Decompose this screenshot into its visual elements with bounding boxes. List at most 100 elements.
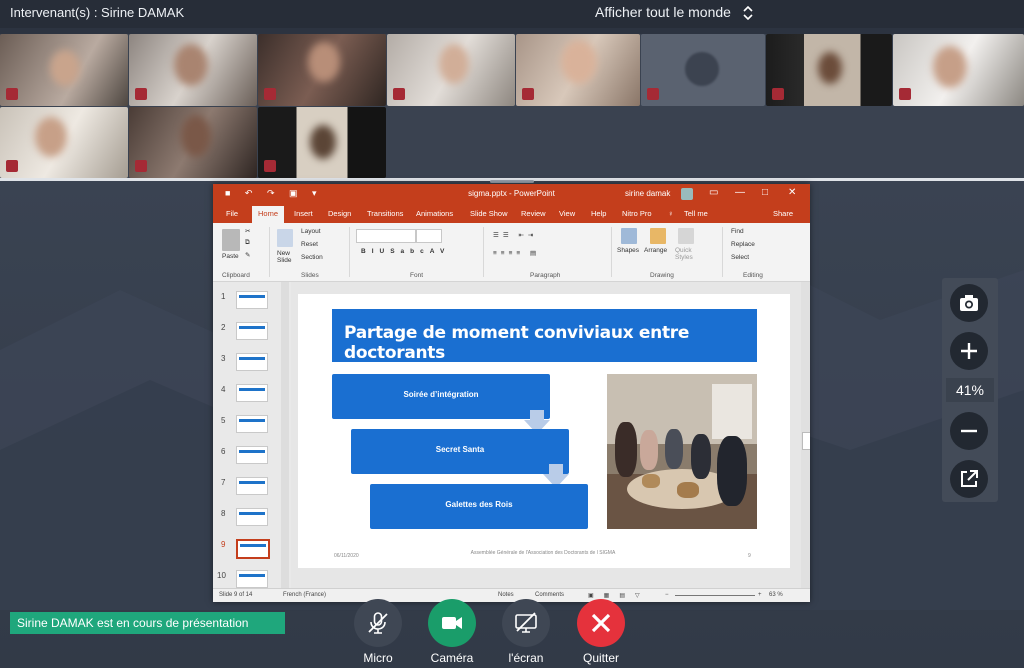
tab-help[interactable]: Help (591, 209, 606, 218)
scroll-thumb[interactable] (802, 432, 810, 450)
tab-home[interactable]: Home (252, 206, 285, 223)
slide-thumbnail[interactable] (236, 477, 268, 495)
muted-mic-icon (6, 88, 18, 100)
muted-mic-icon (6, 160, 18, 172)
slide-thumbnail[interactable] (236, 508, 268, 526)
ppt-zoom-level[interactable]: 63 % (769, 592, 783, 598)
tell-me-search[interactable]: Tell me (684, 209, 708, 218)
resize-handle[interactable] (490, 180, 534, 183)
participant-video[interactable] (258, 107, 386, 178)
zoom-out-button[interactable] (950, 412, 988, 450)
shared-screen-powerpoint[interactable]: ■ ↶ ↷ ▣ ▾ sigma.pptx - PowerPoint sirine… (213, 184, 810, 602)
quick-styles-icon[interactable] (678, 228, 694, 244)
separator (722, 227, 723, 277)
comments-button[interactable]: Comments (535, 592, 564, 598)
slide-thumbnail[interactable] (236, 322, 268, 340)
zoom-in-button[interactable] (950, 332, 988, 370)
participant-video[interactable] (387, 34, 515, 106)
copy-icon[interactable]: ⧉ (245, 239, 250, 247)
shapes-icon[interactable] (621, 228, 637, 244)
new-slide-label[interactable]: New Slide (277, 250, 297, 264)
process-step: Secret Santa (351, 429, 569, 474)
close-icon[interactable]: ✕ (788, 187, 796, 198)
view-buttons[interactable]: ▣▦▤▽ (588, 592, 650, 599)
arrange-button[interactable]: Arrange (644, 247, 667, 254)
slide-thumbnail[interactable] (236, 353, 268, 371)
screenshot-button[interactable] (950, 284, 988, 322)
thumbnail-scrollbar[interactable] (281, 282, 289, 588)
minimize-icon[interactable]: — (735, 187, 745, 198)
camera-button[interactable] (428, 599, 476, 647)
group-photo (607, 374, 757, 529)
zoom-out-icon[interactable]: − (665, 592, 669, 598)
zoom-panel: 41% (942, 278, 998, 502)
participant-video[interactable] (893, 34, 1024, 106)
font-name-dropdown[interactable] (356, 229, 416, 243)
format-painter-icon[interactable]: ✎ (245, 251, 250, 259)
current-slide[interactable]: Partage de moment conviviaux entre docto… (298, 294, 790, 568)
share-button[interactable]: Share (773, 209, 793, 218)
micro-button[interactable] (354, 599, 402, 647)
zoom-in-icon[interactable]: + (758, 592, 762, 598)
shapes-button[interactable]: Shapes (617, 247, 639, 254)
editing-group: Editing (743, 272, 763, 279)
language-indicator[interactable]: French (France) (283, 592, 326, 598)
participant-video[interactable] (258, 34, 386, 106)
font-group: Font (410, 272, 424, 279)
participant-video[interactable] (129, 34, 257, 106)
slide-thumbnail[interactable] (236, 291, 268, 309)
slide-thumbnail[interactable] (236, 446, 268, 464)
tab-slide-show[interactable]: Slide Show (470, 209, 508, 218)
new-slide-icon[interactable] (277, 229, 293, 247)
participant-video[interactable] (0, 34, 128, 106)
ribbon-display-icon[interactable]: ▭ (709, 187, 718, 198)
thumb-number: 3 (221, 354, 226, 363)
find-button[interactable]: Find (731, 228, 744, 235)
show-all-button[interactable]: Afficher tout le monde (595, 4, 753, 21)
layout-button[interactable]: Layout (301, 228, 321, 235)
cut-icon[interactable]: ✂ (245, 227, 250, 235)
tab-transitions[interactable]: Transitions (367, 209, 403, 218)
section-button[interactable]: Section (301, 254, 323, 261)
process-arrow (530, 410, 544, 420)
user-avatar (681, 188, 693, 200)
participant-avatar-tile[interactable] (641, 34, 765, 106)
tab-design[interactable]: Design (328, 209, 351, 218)
align-buttons[interactable]: ≡≡≡≡ ▤ (493, 249, 540, 257)
tab-animations[interactable]: Animations (416, 209, 453, 218)
select-button[interactable]: Select (731, 254, 749, 261)
paste-icon[interactable] (222, 229, 240, 251)
maximize-icon[interactable]: □ (762, 187, 768, 198)
popout-button[interactable] (950, 460, 988, 498)
notes-button[interactable]: Notes (498, 592, 514, 598)
arrange-icon[interactable] (650, 228, 666, 244)
font-size-dropdown[interactable] (416, 229, 442, 243)
quit-button[interactable] (577, 599, 625, 647)
slide-scrollbar[interactable] (801, 282, 810, 588)
slide-footer-text: Assemblée Générale de l'Association des … (470, 550, 616, 556)
tab-insert[interactable]: Insert (294, 209, 313, 218)
slide-title-banner: Partage de moment conviviaux entre docto… (332, 309, 757, 363)
font-format-buttons[interactable]: BIUSabcAV (361, 248, 450, 255)
slide-thumbnail[interactable] (236, 384, 268, 402)
screen-share-button[interactable] (502, 599, 550, 647)
participant-video[interactable] (766, 34, 892, 106)
slide-thumbnail[interactable] (236, 570, 268, 588)
tab-file[interactable]: File (226, 209, 238, 218)
muted-mic-icon (135, 160, 147, 172)
tab-view[interactable]: View (559, 209, 575, 218)
reset-button[interactable]: Reset (301, 241, 318, 248)
tab-nitro-pro[interactable]: Nitro Pro (622, 209, 652, 218)
replace-button[interactable]: Replace (731, 241, 755, 248)
tab-review[interactable]: Review (521, 209, 546, 218)
participant-video[interactable] (129, 107, 257, 178)
paste-label[interactable]: Paste (222, 253, 239, 260)
participant-video[interactable] (516, 34, 640, 106)
slide-thumbnail-selected[interactable] (236, 539, 270, 559)
slide-thumbnail[interactable] (236, 415, 268, 433)
list-buttons[interactable]: ☰☰ ⇤⇥ (493, 231, 537, 239)
zoom-slider[interactable] (675, 595, 755, 596)
thumb-number: 10 (217, 571, 226, 580)
quick-styles-button[interactable]: Quick Styles (675, 247, 699, 261)
participant-video[interactable] (0, 107, 128, 178)
